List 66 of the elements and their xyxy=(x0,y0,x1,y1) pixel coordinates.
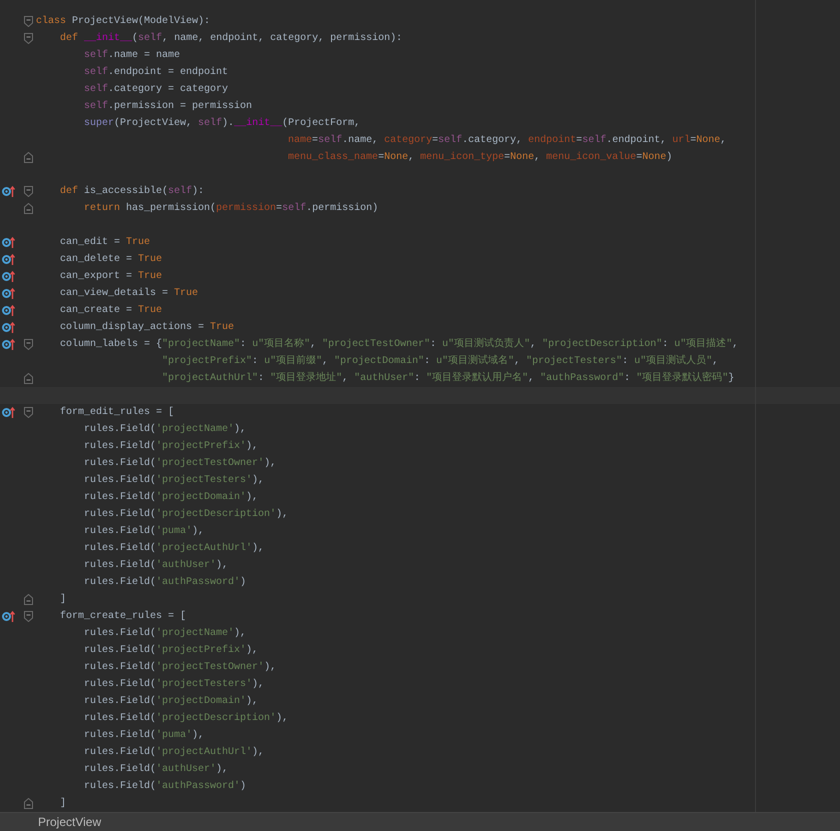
code-line: can_create = True xyxy=(59,304,162,318)
code-line: rules.Field('authPassword') xyxy=(83,576,246,590)
fold-icon[interactable] xyxy=(24,16,33,27)
fold-icon[interactable] xyxy=(24,152,33,163)
code-line: rules.Field('projectDescription'), xyxy=(83,508,288,522)
code-line: column_labels = {"projectName": u"项目名称", "projectTestOwner": u"项目测试负责人", "projectDescription": u"项目描述", xyxy=(59,336,738,352)
code-line: can_edit = True xyxy=(59,236,150,250)
code-line: rules.Field('projectDescription'), xyxy=(83,712,288,726)
circle-arrow-icon[interactable] xyxy=(2,271,15,282)
fold-icon[interactable] xyxy=(24,798,33,809)
code-line: rules.Field('projectDomain'), xyxy=(83,694,258,709)
code-line: menu_class_name=None, menu_icon_type=None, menu_icon_value=None) xyxy=(287,150,672,165)
code-line: "projectPrefix": u"项目前缀", "projectDomain": u"项目测试域名", "projectTesters": u"项目测试人员", xyxy=(161,354,718,369)
code-line: rules.Field('projectTestOwner'), xyxy=(83,456,276,471)
code-line: def __init__(self, name, endpoint, category, permission): xyxy=(59,32,402,46)
code-line: rules.Field('puma'), xyxy=(83,524,204,539)
code-line: can_delete = True xyxy=(59,252,162,267)
code-line: column_display_actions = True xyxy=(59,320,234,335)
fold-icon[interactable] xyxy=(24,407,33,418)
code-line: class ProjectView(ModelView): xyxy=(36,14,210,29)
code-line: self.endpoint = endpoint xyxy=(83,66,228,80)
code-line: rules.Field('projectAuthUrl'), xyxy=(83,542,264,556)
fold-icon[interactable] xyxy=(24,186,33,197)
code-line: rules.Field('projectTesters'), xyxy=(83,474,264,488)
code-line: return has_permission(permission=self.permission) xyxy=(83,202,378,216)
code-line: rules.Field('puma'), xyxy=(83,728,204,743)
circle-arrow-icon[interactable] xyxy=(2,322,15,333)
fold-icon[interactable] xyxy=(24,339,33,350)
code-line: rules.Field('projectDomain'), xyxy=(83,490,258,505)
circle-arrow-icon[interactable] xyxy=(2,186,15,197)
fold-icon[interactable] xyxy=(24,373,33,384)
code-line: can_view_details = True xyxy=(59,286,198,301)
code-line: def is_accessible(self): xyxy=(59,184,204,199)
circle-arrow-icon[interactable] xyxy=(2,407,15,418)
code-line: self.permission = permission xyxy=(83,100,252,114)
fold-icon[interactable] xyxy=(24,611,33,622)
code-line: rules.Field('authUser'), xyxy=(83,762,228,777)
fold-icon[interactable] xyxy=(24,33,33,44)
code-line: name=self.name, category=self.category, endpoint=self.endpoint, url=None, xyxy=(287,134,726,148)
code-line: self.category = category xyxy=(83,82,228,97)
code-line: ] xyxy=(59,796,66,811)
circle-arrow-icon[interactable] xyxy=(2,254,15,265)
code-line: form_edit_rules = [ xyxy=(59,406,174,420)
code-line: rules.Field('projectName'), xyxy=(83,626,246,641)
circle-arrow-icon[interactable] xyxy=(2,339,15,350)
code-line: rules.Field('authUser'), xyxy=(83,558,228,573)
circle-arrow-icon[interactable] xyxy=(2,237,15,248)
circle-arrow-icon[interactable] xyxy=(2,305,15,316)
code-line: rules.Field('projectTestOwner'), xyxy=(83,660,276,675)
code-line: form_create_rules = [ xyxy=(59,610,186,624)
code-line: ] xyxy=(59,592,66,607)
fold-icon[interactable] xyxy=(24,594,33,605)
code-line: rules.Field('projectTesters'), xyxy=(83,678,264,692)
circle-arrow-icon[interactable] xyxy=(2,611,15,622)
code-line: "projectAuthUrl": "项目登录地址", "authUser": "项目登录默认用户名", "authPassword": "项目登录默认密码"} xyxy=(161,370,734,386)
breadcrumb-item[interactable]: ProjectView xyxy=(38,813,102,831)
code-line: rules.Field('projectPrefix'), xyxy=(83,440,258,454)
code-line: can_export = True xyxy=(59,270,162,284)
code-line: rules.Field('projectName'), xyxy=(83,422,246,437)
code-line: rules.Field('projectPrefix'), xyxy=(83,644,258,658)
code-line: self.name = name xyxy=(83,48,180,63)
code-line: rules.Field('authPassword') xyxy=(83,780,246,794)
code-line: rules.Field('projectAuthUrl'), xyxy=(83,746,264,760)
code-line: super(ProjectView, self).__init__(ProjectForm, xyxy=(83,116,360,131)
fold-icon[interactable] xyxy=(24,203,33,214)
circle-arrow-icon[interactable] xyxy=(2,288,15,299)
